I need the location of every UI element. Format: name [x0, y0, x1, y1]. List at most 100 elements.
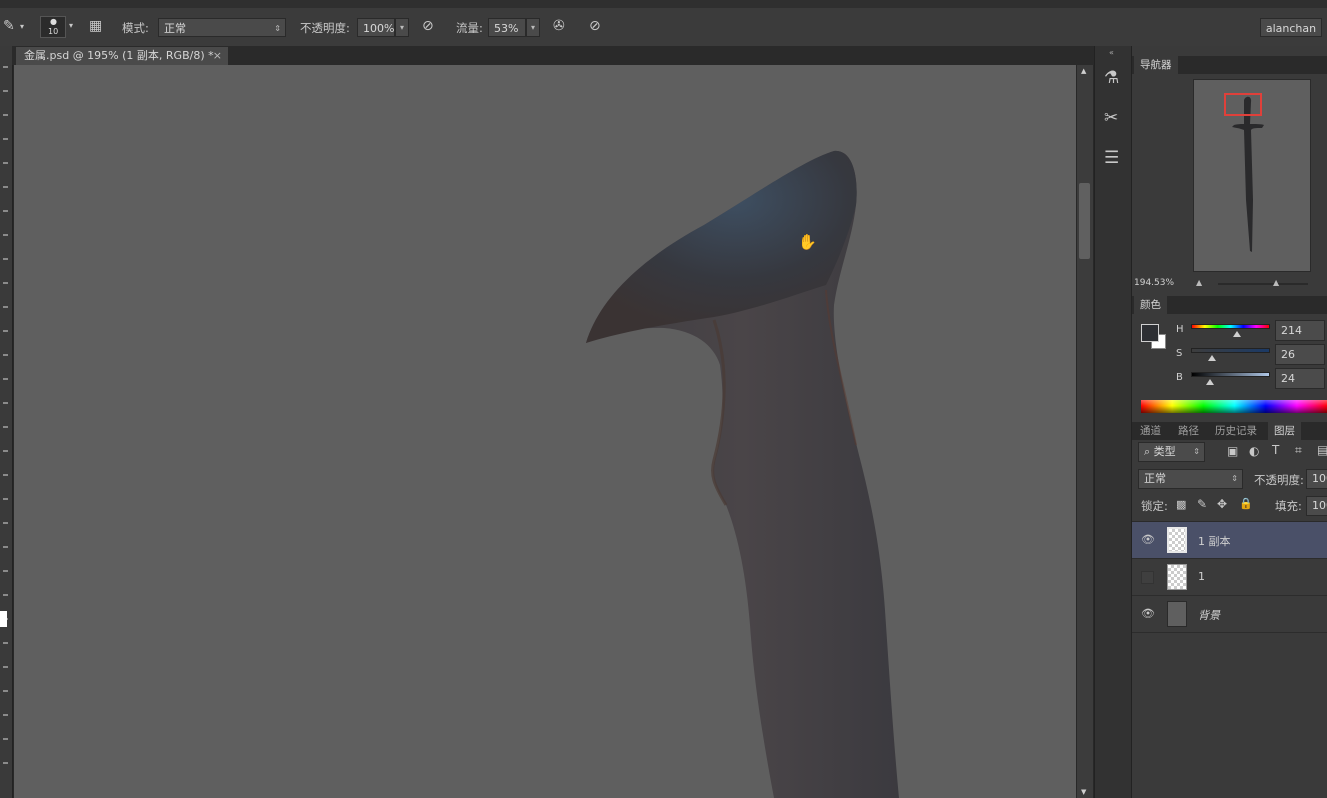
tool-button[interactable]	[3, 762, 8, 764]
filter-shape-icon[interactable]: ⌗	[1295, 443, 1302, 458]
pressure-opacity-icon[interactable]: ⊘	[422, 18, 434, 34]
hue-slider[interactable]	[1191, 324, 1270, 329]
hue-slider-thumb-icon[interactable]	[1233, 331, 1241, 337]
tab-color[interactable]: 颜色	[1134, 296, 1167, 314]
tool-button[interactable]	[3, 402, 8, 404]
zoom-out-icon[interactable]: ▲	[1196, 278, 1202, 287]
tool-button[interactable]	[3, 378, 8, 380]
lock-all-icon[interactable]: 🔒	[1239, 497, 1253, 510]
mode-select[interactable]: 正常 ⇕	[158, 18, 286, 37]
h-input[interactable]: 214	[1275, 320, 1325, 341]
tool-button[interactable]	[3, 738, 8, 740]
tool-button[interactable]	[3, 258, 8, 260]
tool-button[interactable]	[3, 330, 8, 332]
tool-button[interactable]	[3, 114, 8, 116]
flow-input[interactable]: 53%	[488, 18, 526, 37]
filter-type-icon[interactable]: T	[1272, 443, 1279, 457]
tool-button[interactable]	[3, 234, 8, 236]
visibility-eye-icon[interactable]: 👁	[1141, 608, 1155, 620]
blend-mode-select[interactable]: 正常 ⇕	[1138, 469, 1243, 489]
brush-size-value: 10	[48, 27, 59, 36]
tab-paths[interactable]: 路径	[1172, 422, 1205, 440]
saturation-slider-thumb-icon[interactable]	[1208, 355, 1216, 361]
tool-button[interactable]	[3, 90, 8, 92]
navigator-preview[interactable]	[1193, 79, 1311, 272]
tool-button[interactable]	[3, 210, 8, 212]
pressure-size-icon[interactable]: ⊘	[589, 18, 601, 34]
lock-transparency-icon[interactable]: ▩	[1176, 498, 1186, 511]
tab-layers[interactable]: 图层	[1268, 422, 1301, 440]
saturation-slider[interactable]	[1191, 348, 1270, 353]
flow-dropdown-button[interactable]: ▾	[526, 18, 540, 37]
airbrush-icon[interactable]: ✇	[553, 18, 565, 34]
filter-pixel-icon[interactable]: ▣	[1227, 444, 1238, 458]
tool-button[interactable]	[3, 666, 8, 668]
tool-button[interactable]	[3, 450, 8, 452]
b-input[interactable]: 24	[1275, 368, 1325, 389]
tool-button[interactable]	[3, 282, 8, 284]
navigator-zoom-value[interactable]: 194.53%	[1134, 278, 1174, 288]
tool-preset-dropdown-icon[interactable]: ▾	[20, 22, 24, 31]
collapse-panels-icon[interactable]: «	[1109, 48, 1114, 57]
document-tab[interactable]: 金属.psd @ 195% (1 副本, RGB/8) * ×	[16, 47, 228, 65]
adjustments-icon[interactable]: ☰	[1104, 148, 1119, 168]
layer-opacity-input[interactable]: 100	[1306, 469, 1327, 489]
navigator-view-box[interactable]	[1224, 93, 1262, 116]
layer-row-1-copy[interactable]: 👁 1 副本	[1132, 522, 1327, 559]
zoom-slider[interactable]	[1218, 283, 1308, 285]
visibility-eye-icon[interactable]: 👁	[1141, 534, 1155, 546]
foreground-color-swatch-front[interactable]	[1141, 324, 1159, 342]
color-panel-header: 颜色	[1132, 296, 1327, 314]
filter-smart-object-icon[interactable]: ▤	[1317, 443, 1327, 457]
close-tab-icon[interactable]: ×	[213, 47, 222, 65]
brush-preset-dropdown-icon[interactable]: ▾	[69, 21, 73, 30]
tool-button[interactable]	[3, 714, 8, 716]
tool-button[interactable]	[3, 642, 8, 644]
canvas[interactable]: ✋	[14, 65, 1076, 798]
tool-button[interactable]	[3, 186, 8, 188]
filter-adjustment-icon[interactable]: ◐	[1249, 444, 1259, 458]
layer-name: 背景	[1198, 609, 1220, 622]
tool-button[interactable]	[3, 546, 8, 548]
lock-image-pixels-icon[interactable]: ✎	[1197, 497, 1207, 511]
tool-button[interactable]	[3, 690, 8, 692]
brush-size-picker[interactable]: ● 10	[40, 16, 66, 38]
tool-button[interactable]	[3, 426, 8, 428]
color-ramp[interactable]	[1141, 400, 1327, 413]
layer-filter-select[interactable]: ⌕ 类型 ⇕	[1138, 442, 1205, 462]
brush-panel-toggle-icon[interactable]: ▦	[89, 18, 102, 34]
brightness-slider-thumb-icon[interactable]	[1206, 379, 1214, 385]
tool-button[interactable]	[3, 498, 8, 500]
tool-button[interactable]	[3, 474, 8, 476]
foreground-color-tool-swatch[interactable]	[0, 611, 7, 627]
brightness-slider[interactable]	[1191, 372, 1270, 377]
user-account-button[interactable]: alanchan	[1260, 18, 1322, 37]
tool-button[interactable]	[3, 138, 8, 140]
tool-button[interactable]	[3, 594, 8, 596]
visibility-toggle-empty[interactable]	[1141, 571, 1154, 584]
opacity-dropdown-button[interactable]: ▾	[395, 18, 409, 37]
layer-row-1[interactable]: 1	[1132, 559, 1327, 596]
vertical-scroll-thumb[interactable]	[1079, 183, 1090, 259]
tool-button[interactable]	[3, 354, 8, 356]
layer-row-background[interactable]: 👁 背景	[1132, 596, 1327, 633]
tool-button[interactable]	[3, 570, 8, 572]
brush-tool-icon[interactable]: ✎	[3, 18, 15, 34]
tool-button[interactable]	[3, 66, 8, 68]
tool-button[interactable]	[3, 306, 8, 308]
scroll-up-icon[interactable]: ▲	[1081, 67, 1086, 75]
brush-presets-icon[interactable]: ⚗	[1104, 68, 1119, 88]
tool-button[interactable]	[3, 162, 8, 164]
fill-input[interactable]: 100	[1306, 496, 1327, 516]
tool-button[interactable]	[3, 522, 8, 524]
tab-navigator[interactable]: 导航器	[1134, 56, 1178, 74]
tab-history[interactable]: 历史记录	[1209, 422, 1263, 440]
s-input[interactable]: 26	[1275, 344, 1325, 365]
tab-channels[interactable]: 通道	[1134, 422, 1167, 440]
lock-position-icon[interactable]: ✥	[1217, 497, 1227, 511]
scroll-down-icon[interactable]: ▼	[1081, 788, 1086, 796]
zoom-slider-thumb-icon[interactable]: ▲	[1273, 278, 1279, 287]
opacity-input[interactable]: 100%	[357, 18, 395, 37]
vertical-scrollbar[interactable]: ▲ ▼	[1077, 65, 1093, 798]
tool-presets-icon[interactable]: ✂	[1104, 108, 1118, 128]
